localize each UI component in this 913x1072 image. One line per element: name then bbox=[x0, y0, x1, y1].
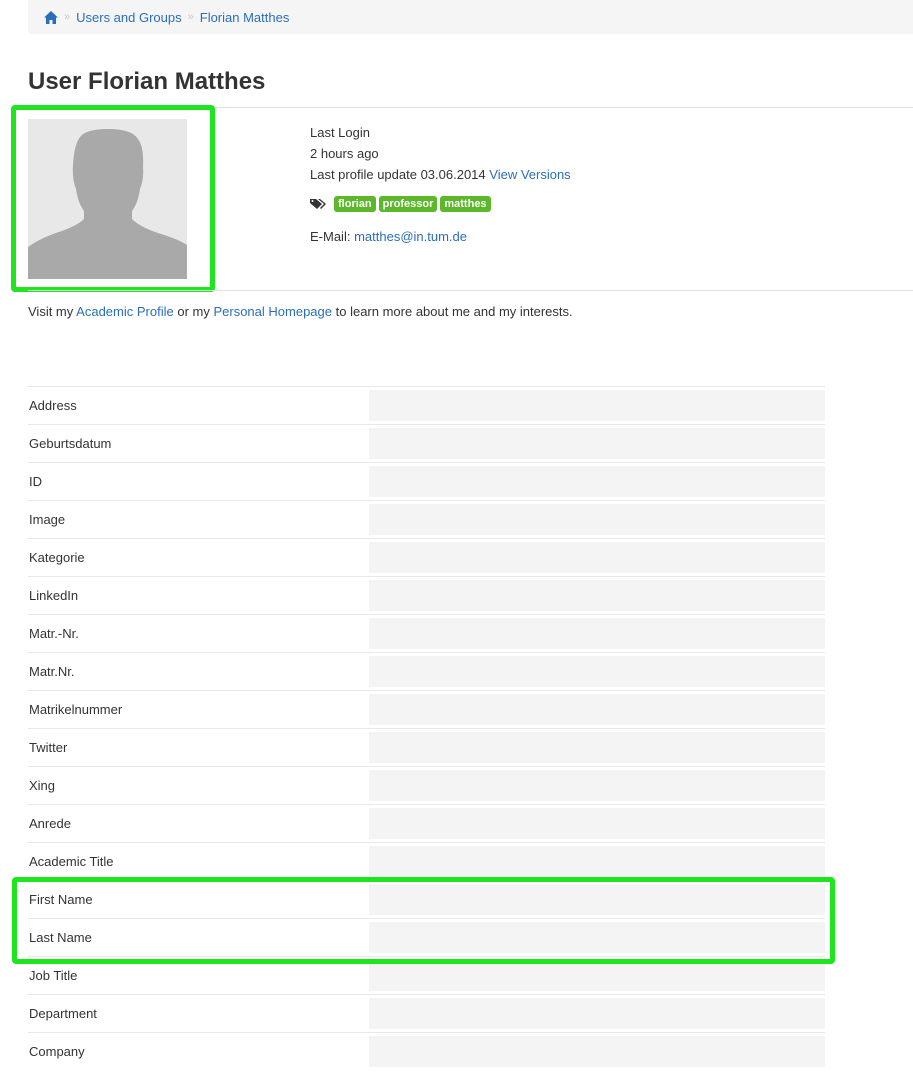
tag-matthes[interactable]: matthes bbox=[440, 196, 491, 212]
property-label: Geburtsdatum bbox=[29, 436, 112, 451]
avatar-highlight-box bbox=[11, 105, 215, 292]
property-label: Image bbox=[29, 512, 66, 527]
properties-table: Address Geburtsdatum ID Image Kategorie Linke… bbox=[28, 386, 825, 1070]
breadcrumb: » Users and Groups » Florian Matthes bbox=[28, 0, 913, 34]
property-value-field[interactable] bbox=[369, 428, 825, 459]
tag-professor[interactable]: professor bbox=[378, 196, 438, 212]
intro-part3: to learn more about me and my interests. bbox=[335, 304, 573, 319]
property-row: LinkedIn bbox=[28, 576, 825, 614]
tags-icon bbox=[310, 199, 326, 209]
profile-meta: Last Login 2 hours ago Last profile upda… bbox=[310, 122, 571, 185]
email-label: E-Mail: bbox=[310, 229, 351, 244]
home-icon[interactable] bbox=[44, 10, 58, 24]
property-label: Job Title bbox=[29, 968, 78, 983]
property-label: Matrikelnummer bbox=[29, 702, 123, 717]
property-value-field[interactable] bbox=[369, 1036, 825, 1067]
property-value-field[interactable] bbox=[369, 846, 825, 877]
property-row: ID bbox=[28, 462, 825, 500]
property-label: Matr.-Nr. bbox=[29, 626, 79, 641]
property-value-field[interactable] bbox=[369, 694, 825, 725]
property-value-field[interactable] bbox=[369, 466, 825, 497]
tag-florian[interactable]: florian bbox=[334, 196, 376, 212]
personal-homepage-link[interactable]: Personal Homepage bbox=[213, 304, 332, 319]
property-value-field[interactable] bbox=[369, 542, 825, 573]
property-value-field[interactable] bbox=[369, 808, 825, 839]
last-update-text: Last profile update 03.06.2014 bbox=[310, 167, 486, 182]
property-row: Company bbox=[28, 1032, 825, 1070]
property-label: Company bbox=[29, 1044, 85, 1059]
name-rows-highlight-box bbox=[12, 877, 835, 964]
property-value-field[interactable] bbox=[369, 580, 825, 611]
view-versions-link[interactable]: View Versions bbox=[489, 167, 570, 182]
breadcrumb-current-user[interactable]: Florian Matthes bbox=[200, 10, 290, 25]
email-line: E-Mail: matthes@in.tum.de bbox=[310, 229, 467, 244]
email-link[interactable]: matthes@in.tum.de bbox=[354, 229, 467, 244]
profile-divider bbox=[28, 290, 913, 291]
breadcrumb-users-and-groups[interactable]: Users and Groups bbox=[76, 10, 182, 25]
page-title: User Florian Matthes bbox=[28, 68, 266, 95]
property-row: Geburtsdatum bbox=[28, 424, 825, 462]
property-label: Address bbox=[29, 398, 77, 413]
property-label: Kategorie bbox=[29, 550, 85, 565]
property-value-field[interactable] bbox=[369, 618, 825, 649]
property-row: Matrikelnummer bbox=[28, 690, 825, 728]
breadcrumb-separator: » bbox=[187, 11, 194, 23]
property-row: Matr.-Nr. bbox=[28, 614, 825, 652]
property-row: Matr.Nr. bbox=[28, 652, 825, 690]
property-row: Kategorie bbox=[28, 538, 825, 576]
property-row: Academic Title bbox=[28, 842, 825, 880]
property-label: Xing bbox=[29, 778, 56, 793]
breadcrumb-separator: » bbox=[64, 11, 71, 23]
property-value-field[interactable] bbox=[369, 390, 825, 421]
property-value-field[interactable] bbox=[369, 998, 825, 1029]
property-row: Address bbox=[28, 386, 825, 424]
intro-text: Visit my Academic Profile or my Personal… bbox=[28, 304, 573, 319]
property-row: Image bbox=[28, 500, 825, 538]
property-row: Twitter bbox=[28, 728, 825, 766]
property-label: Academic Title bbox=[29, 854, 114, 869]
property-value-field[interactable] bbox=[369, 656, 825, 687]
property-label: Twitter bbox=[29, 740, 68, 755]
property-row: Department bbox=[28, 994, 825, 1032]
property-value-field[interactable] bbox=[369, 770, 825, 801]
property-row: Xing bbox=[28, 766, 825, 804]
last-login-value: 2 hours ago bbox=[310, 146, 379, 161]
property-label: LinkedIn bbox=[29, 588, 79, 603]
intro-part1: Visit my bbox=[28, 304, 74, 319]
property-value-field[interactable] bbox=[369, 504, 825, 535]
last-login-label: Last Login bbox=[310, 125, 370, 140]
intro-part2: or my bbox=[177, 304, 210, 319]
property-label: Department bbox=[29, 1006, 97, 1021]
property-row: Anrede bbox=[28, 804, 825, 842]
property-value-field[interactable] bbox=[369, 732, 825, 763]
property-value-field[interactable] bbox=[369, 960, 825, 991]
property-label: Anrede bbox=[29, 816, 71, 831]
property-label: Matr.Nr. bbox=[29, 664, 75, 679]
last-update-line: Last profile update 03.06.2014 View Vers… bbox=[310, 164, 571, 185]
tags-row: florian professor matthes bbox=[310, 196, 491, 212]
academic-profile-link[interactable]: Academic Profile bbox=[76, 304, 174, 319]
property-label: ID bbox=[29, 474, 42, 489]
